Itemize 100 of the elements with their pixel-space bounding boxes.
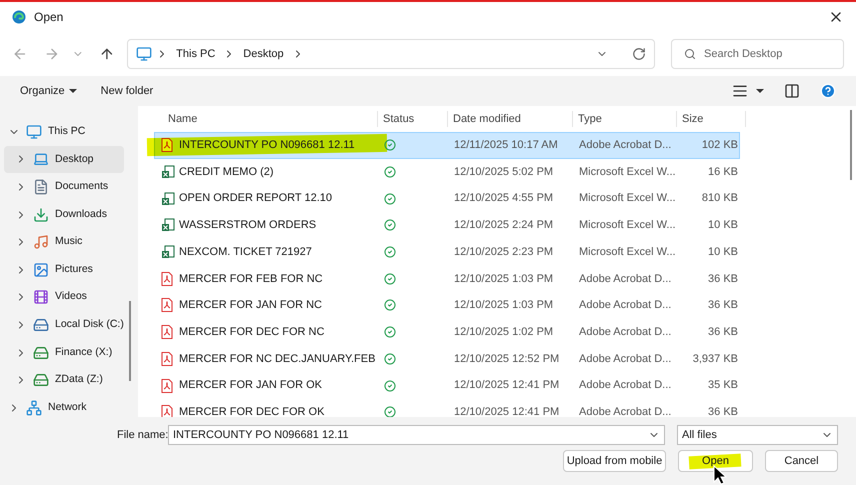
preview-pane-icon[interactable] [784, 83, 800, 99]
file-name-cell-text: MERCER FOR FEB FOR NC [179, 272, 324, 287]
scrollbar-thumb[interactable] [850, 110, 852, 180]
sidebar-label: Network [48, 400, 87, 415]
type-cell-text: Microsoft Excel W... [578, 164, 677, 180]
address-bar[interactable]: This PC Desktop [127, 39, 656, 69]
date-cell-text: 12/10/2025 2:24 PM [453, 218, 554, 234]
type-cell-text: Microsoft Excel W... [578, 244, 677, 260]
type-cell-text: Adobe Acrobat D... [578, 138, 672, 154]
sync-check-icon [384, 406, 396, 418]
file-row[interactable]: MERCER FOR JAN FOR OK 12/10/2025 12:41 PM Adobe Acrobat D... 35 KB [154, 372, 740, 399]
pdf-file-icon [161, 298, 173, 312]
size-cell-text: 3,937 KB [692, 352, 738, 367]
type-cell-text: Adobe Acrobat D... [578, 272, 672, 287]
file-row[interactable]: MERCER FOR FEB FOR NC 12/10/2025 1:03 PM Adobe Acrobat D... 36 KB [154, 265, 740, 292]
file-row[interactable]: MERCER FOR NC DEC.JANUARY.FEB 12/10/2025 12:52 PM Adobe Acrobat D... 3,937 KB [154, 346, 740, 372]
file-row[interactable]: MERCER FOR JAN FOR NC 12/10/2025 1:03 PM Adobe Acrobat D... 36 KB [154, 292, 740, 319]
sync-check-icon [384, 139, 396, 152]
sync-check-icon [384, 246, 396, 258]
cancel-button[interactable]: Cancel [765, 450, 838, 472]
column-header[interactable]: Size [677, 110, 746, 128]
file-name-field[interactable]: INTERCOUNTY PO N096681 12.11 [168, 425, 665, 445]
file-name-cell-text: MERCER FOR DEC FOR OK [179, 404, 326, 420]
date-cell-text: 12/10/2025 12:52 PM [453, 352, 560, 367]
size-cell-text: 35 KB [707, 378, 738, 394]
file-name-cell-text: WASSERSTROM ORDERS [179, 218, 318, 234]
column-header[interactable]: Status [378, 110, 448, 128]
drive-icon [33, 372, 49, 388]
file-name-cell-text: MERCER FOR JAN FOR NC [179, 298, 323, 314]
sidebar-label: This PC [48, 124, 86, 139]
size-cell-text: 16 KB [707, 164, 738, 180]
sidebar-label: Music [55, 234, 82, 250]
date-cell-text: 12/10/2025 2:23 PM [453, 244, 554, 260]
size-cell-text: 36 KB [707, 298, 738, 314]
type-cell-text: Adobe Acrobat D... [578, 378, 672, 394]
sync-check-icon [384, 219, 396, 232]
spreadsheet-file-icon [161, 245, 175, 260]
organize-button[interactable]: Organize [20, 82, 77, 100]
sidebar-item[interactable]: Local Disk (C:) [4, 311, 124, 339]
type-cell-text: Microsoft Excel W... [578, 218, 677, 234]
file-name-cell-text: NEXCOM. TICKET 721927 [179, 244, 313, 260]
sidebar-item[interactable]: Music [4, 228, 124, 256]
new-folder-button[interactable]: New folder [100, 82, 154, 100]
file-row[interactable]: OPEN ORDER REPORT 12.10 12/10/2025 4:55 PM Microsoft Excel W... 810 KB [154, 185, 740, 212]
column-header[interactable]: Date modified [448, 110, 573, 128]
sidebar-item[interactable]: Downloads [4, 200, 124, 228]
film-icon [33, 289, 49, 306]
type-cell-text: Microsoft Excel W... [578, 191, 677, 206]
sidebar-label: Videos [55, 289, 87, 304]
document-icon [33, 178, 49, 195]
spreadsheet-file-icon [161, 218, 175, 232]
date-cell-text: 12/10/2025 5:02 PM [453, 164, 554, 180]
sync-check-icon [384, 352, 396, 365]
picture-icon [33, 262, 49, 278]
spreadsheet-file-icon [161, 165, 175, 180]
hard-drive-icon [33, 316, 49, 333]
sidebar-item[interactable]: Network [4, 394, 124, 422]
caret-icon[interactable] [756, 89, 764, 93]
sync-check-icon [384, 192, 396, 205]
sync-check-icon [384, 326, 396, 338]
view-list-icon[interactable] [732, 83, 748, 99]
search-placeholder: Search Desktop [704, 46, 782, 62]
browser-logo-icon [12, 10, 26, 24]
sidebar-item[interactable]: Videos [4, 284, 124, 312]
file-row[interactable]: WASSERSTROM ORDERS 12/10/2025 2:24 PM Microsoft Excel W... 10 KB [154, 212, 740, 239]
size-cell-text: 10 KB [707, 218, 738, 234]
file-name-cell-text: MERCER FOR DEC FOR NC [179, 324, 326, 340]
window-title: Open [34, 9, 64, 26]
desktop-icon [33, 151, 49, 168]
search-field[interactable]: Search Desktop [671, 39, 844, 69]
file-type-dropdown[interactable]: All files [677, 425, 838, 445]
file-name-cell-text: INTERCOUNTY PO N096681 12.11 [179, 138, 356, 154]
sidebar-label: Documents [55, 179, 108, 194]
download-icon [33, 206, 49, 223]
spreadsheet-file-icon [161, 192, 175, 206]
sidebar-item[interactable]: This PC [4, 118, 124, 146]
monitor-icon [26, 124, 42, 140]
sidebar-item[interactable]: Finance (X:) [4, 338, 124, 366]
open-button[interactable]: Open [678, 450, 753, 472]
sidebar-item[interactable]: Desktop [4, 146, 124, 174]
breadcrumb-item[interactable]: Desktop [243, 46, 284, 62]
sidebar-label: Downloads [55, 206, 107, 222]
sidebar-item[interactable]: Pictures [4, 256, 124, 284]
upload-from-mobile-button[interactable]: Upload from mobile [563, 450, 666, 472]
size-cell-text: 102 KB [700, 138, 738, 154]
file-row[interactable]: NEXCOM. TICKET 721927 12/10/2025 2:23 PM Microsoft Excel W... 10 KB [154, 238, 740, 266]
scrollbar-thumb[interactable] [129, 301, 131, 381]
sync-check-icon [384, 299, 396, 312]
sidebar-item[interactable]: ZData (Z:) [4, 366, 124, 394]
refresh-icon[interactable] [632, 47, 646, 61]
file-row[interactable]: CREDIT MEMO (2) 12/10/2025 5:02 PM Microsoft Excel W... 16 KB [154, 158, 740, 186]
breadcrumb-item[interactable]: This PC [176, 46, 216, 62]
sidebar-item[interactable]: Documents [4, 173, 124, 201]
date-cell-text: 12/10/2025 12:41 PM [453, 378, 560, 394]
file-row[interactable]: MERCER FOR DEC FOR NC 12/10/2025 1:02 PM Adobe Acrobat D... 36 KB [154, 318, 740, 346]
column-header[interactable]: Name [138, 110, 378, 128]
help-icon[interactable] [820, 83, 836, 99]
sidebar-label: Desktop [55, 152, 94, 167]
column-header[interactable]: Type [573, 110, 677, 128]
file-type-value: All files [682, 428, 717, 443]
